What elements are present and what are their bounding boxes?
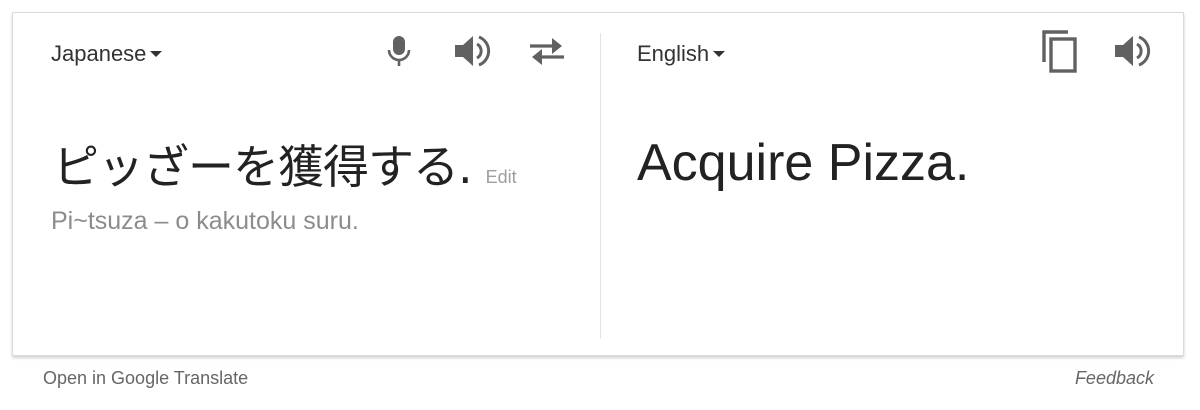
swap-languages-icon xyxy=(530,38,564,65)
open-in-google-translate-link[interactable]: Open in Google Translate xyxy=(43,368,248,389)
edit-link[interactable]: Edit xyxy=(486,167,517,188)
translate-card: Japanese ピッざーを獲得する. Edit Pi~tsuza ‒ o ka… xyxy=(12,12,1184,356)
source-text-row: ピッざーを獲得する. Edit xyxy=(53,131,517,197)
copy-button[interactable] xyxy=(1037,29,1081,73)
source-language-select[interactable]: Japanese xyxy=(51,41,163,67)
target-speaker-button[interactable] xyxy=(1111,29,1155,73)
translated-text: Acquire Pizza. xyxy=(637,134,970,192)
caret-down-icon xyxy=(713,51,726,57)
copy-icon xyxy=(1042,30,1077,73)
swap-languages-button[interactable] xyxy=(525,29,569,73)
target-language-select[interactable]: English xyxy=(637,41,726,67)
feedback-link[interactable]: Feedback xyxy=(1075,368,1154,389)
speaker-icon xyxy=(1115,35,1151,67)
microphone-icon xyxy=(387,36,411,66)
source-speaker-button[interactable] xyxy=(451,29,495,73)
source-language-label: Japanese xyxy=(51,41,147,66)
source-text: ピッざーを獲得する. xyxy=(53,140,473,194)
microphone-button[interactable] xyxy=(377,29,421,73)
caret-down-icon xyxy=(150,51,163,57)
speaker-icon xyxy=(455,35,491,67)
source-romanization: Pi~tsuza ‒ o kakutoku suru. xyxy=(51,207,359,235)
target-language-label: English xyxy=(637,41,710,66)
panel-divider xyxy=(600,33,601,339)
